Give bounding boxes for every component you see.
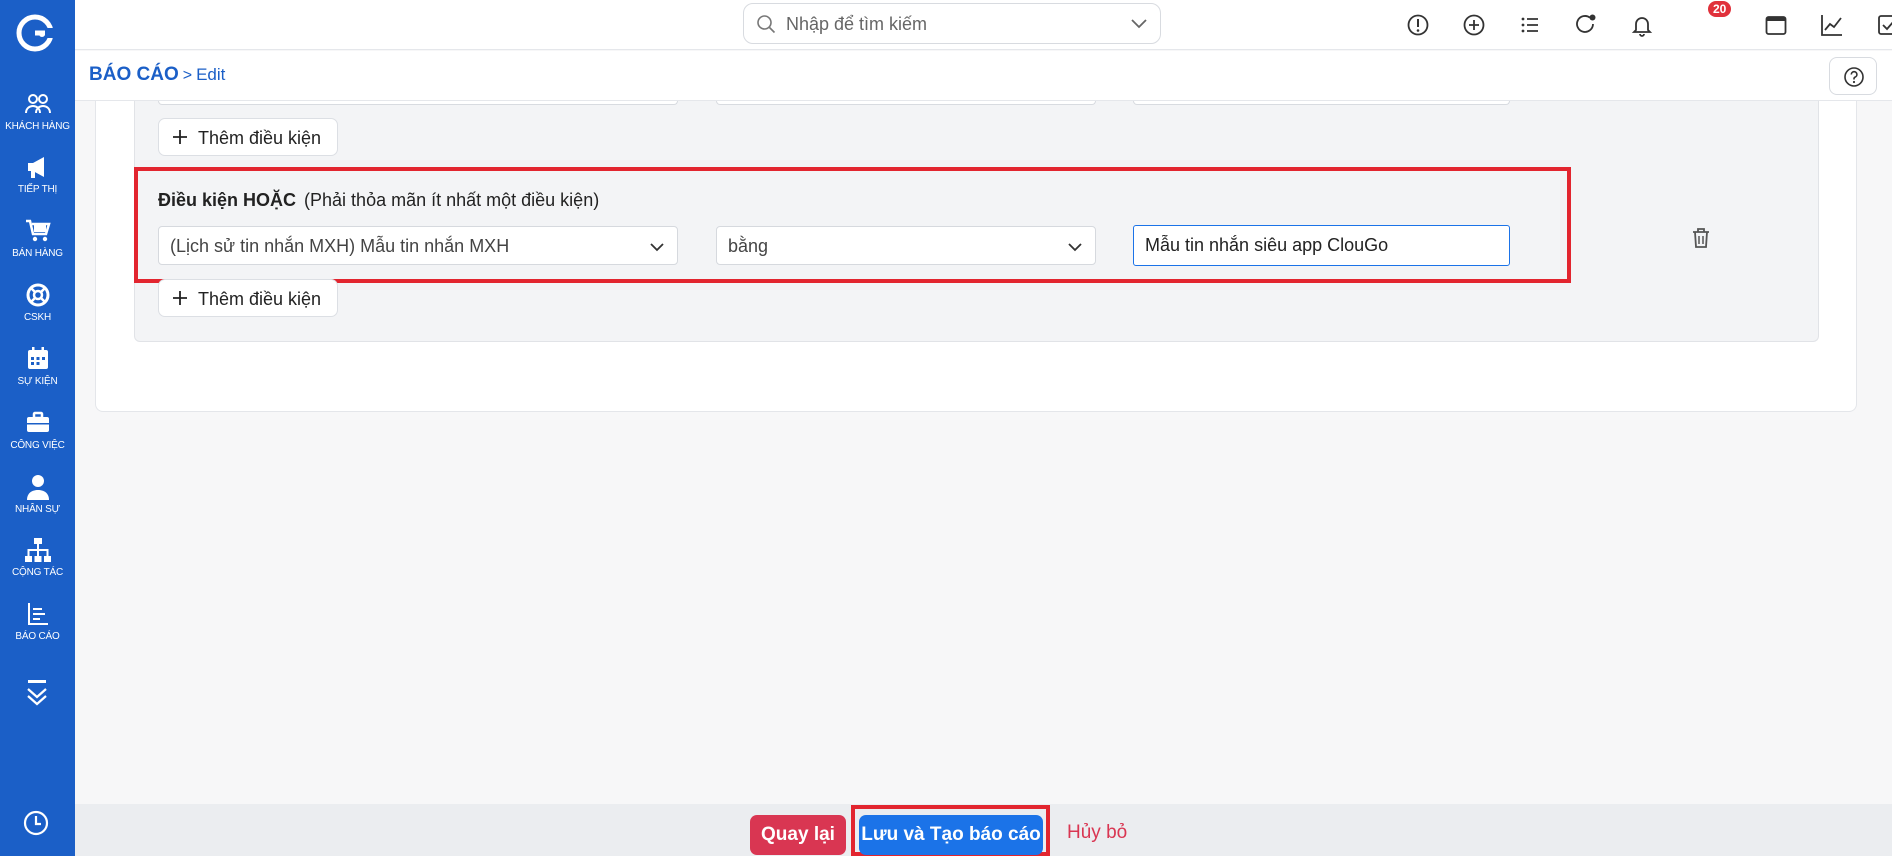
double-chevron-down-icon[interactable] <box>22 680 52 708</box>
add-condition-label: Thêm điều kiện <box>198 128 322 148</box>
chevron-down-icon <box>1068 243 1082 252</box>
calendar-icon[interactable] <box>1763 12 1789 38</box>
search-input[interactable] <box>786 12 1116 36</box>
breadcrumb-current: Edit <box>196 65 226 84</box>
bell-icon[interactable] <box>1629 12 1655 38</box>
lifebuoy-icon <box>26 283 49 307</box>
back-button[interactable]: Quay lại <box>750 815 846 855</box>
list-icon[interactable] <box>1517 12 1543 38</box>
operator-select-value: bằng <box>728 236 769 256</box>
sidebar-item-hr[interactable]: NHÂN SỰ <box>0 473 75 516</box>
or-condition-heading: Điều kiện HOẶC (Phải thỏa mãn ít nhất một… <box>158 190 599 211</box>
sidebar-item-reports[interactable]: BÁO CÁO <box>0 600 75 643</box>
sidebar-item-label: TIẾP THỊ <box>17 184 58 195</box>
or-condition-subtitle: (Phải thỏa mãn ít nhất một điều kiện) <box>304 190 600 210</box>
customers-icon <box>24 94 51 114</box>
operator-select[interactable]: bằng <box>716 226 1096 265</box>
checkbox-icon[interactable] <box>1875 12 1892 38</box>
chevron-down-icon <box>650 243 664 252</box>
cloudgo-logo-icon[interactable] <box>16 14 54 52</box>
cancel-link[interactable]: Hủy bỏ <box>1067 822 1127 844</box>
breadcrumb-separator: > <box>182 67 193 84</box>
org-chart-icon <box>24 538 51 562</box>
help-button[interactable] <box>1829 57 1877 95</box>
sidebar-item-support[interactable]: CSKH <box>0 281 75 324</box>
sidebar-item-label: SỰ KIỆN <box>17 376 58 387</box>
operator-select-stub <box>716 101 1096 105</box>
help-icon <box>1844 67 1864 87</box>
calendar-icon <box>27 347 48 369</box>
notification-badge: 20 <box>1708 1 1732 17</box>
field-select-stub <box>158 101 678 105</box>
cart-icon <box>25 219 51 242</box>
sidebar-item-tasks[interactable]: CÔNG VIỆC <box>0 409 75 452</box>
sidebar-item-label: BÁO CÁO <box>15 631 60 642</box>
field-select-value: (Lịch sử tin nhắn MXH) Mẫu tin nhắn MXH <box>170 236 510 256</box>
sidebar-item-sales[interactable]: BÁN HÀNG <box>0 217 75 260</box>
person-icon <box>26 475 49 500</box>
megaphone-icon <box>27 157 44 178</box>
sidebar: KHÁCH HÀNG TIẾP THỊ BÁN HÀNG CSKH SỰ KIỆ… <box>0 0 75 856</box>
briefcase-icon <box>26 411 49 432</box>
add-condition-label: Thêm điều kiện <box>198 289 322 309</box>
add-or-condition-button[interactable]: Thêm điều kiện <box>158 279 338 317</box>
plus-icon <box>173 130 187 144</box>
clock-icon[interactable] <box>21 808 51 838</box>
breadcrumb: BÁO CÁO > Edit <box>89 64 225 86</box>
alert-icon[interactable] <box>1405 12 1431 38</box>
condition-value-input[interactable] <box>1133 225 1510 266</box>
report-chart-icon <box>27 603 48 625</box>
sidebar-item-label: CSKH <box>24 312 51 323</box>
sidebar-item-label: KHÁCH HÀNG <box>5 121 70 132</box>
add-and-condition-button[interactable]: Thêm điều kiện <box>158 118 338 156</box>
sidebar-item-label: CỘNG TÁC <box>12 567 63 578</box>
sidebar-item-label: BÁN HÀNG <box>12 248 63 259</box>
field-select[interactable]: (Lịch sử tin nhắn MXH) Mẫu tin nhắn MXH <box>158 226 678 265</box>
sidebar-item-label: CÔNG VIỆC <box>10 440 65 451</box>
sidebar-item-events[interactable]: SỰ KIỆN <box>0 345 75 388</box>
sidebar-item-label: NHÂN SỰ <box>15 504 60 515</box>
line-chart-icon[interactable] <box>1819 12 1845 38</box>
save-and-create-report-button[interactable]: Lưu và Tạo báo cáo <box>859 815 1043 855</box>
global-search[interactable] <box>743 3 1161 44</box>
breadcrumb-root[interactable]: BÁO CÁO <box>89 64 179 85</box>
chevron-down-icon[interactable] <box>1130 17 1148 31</box>
value-input-stub <box>1133 101 1510 105</box>
plus-icon <box>173 291 187 305</box>
topbar: 20 <box>75 0 1892 50</box>
trash-icon[interactable] <box>1690 226 1712 250</box>
page-header: BÁO CÁO > Edit <box>75 51 1892 101</box>
sidebar-item-customers[interactable]: KHÁCH HÀNG <box>0 90 75 133</box>
plus-circle-icon[interactable] <box>1461 12 1487 38</box>
sidebar-item-marketing[interactable]: TIẾP THỊ <box>0 153 75 196</box>
refresh-icon[interactable] <box>1573 12 1599 38</box>
search-icon <box>757 15 776 34</box>
or-condition-title: Điều kiện HOẶC <box>158 190 297 210</box>
sidebar-item-collab[interactable]: CỘNG TÁC <box>0 536 75 579</box>
